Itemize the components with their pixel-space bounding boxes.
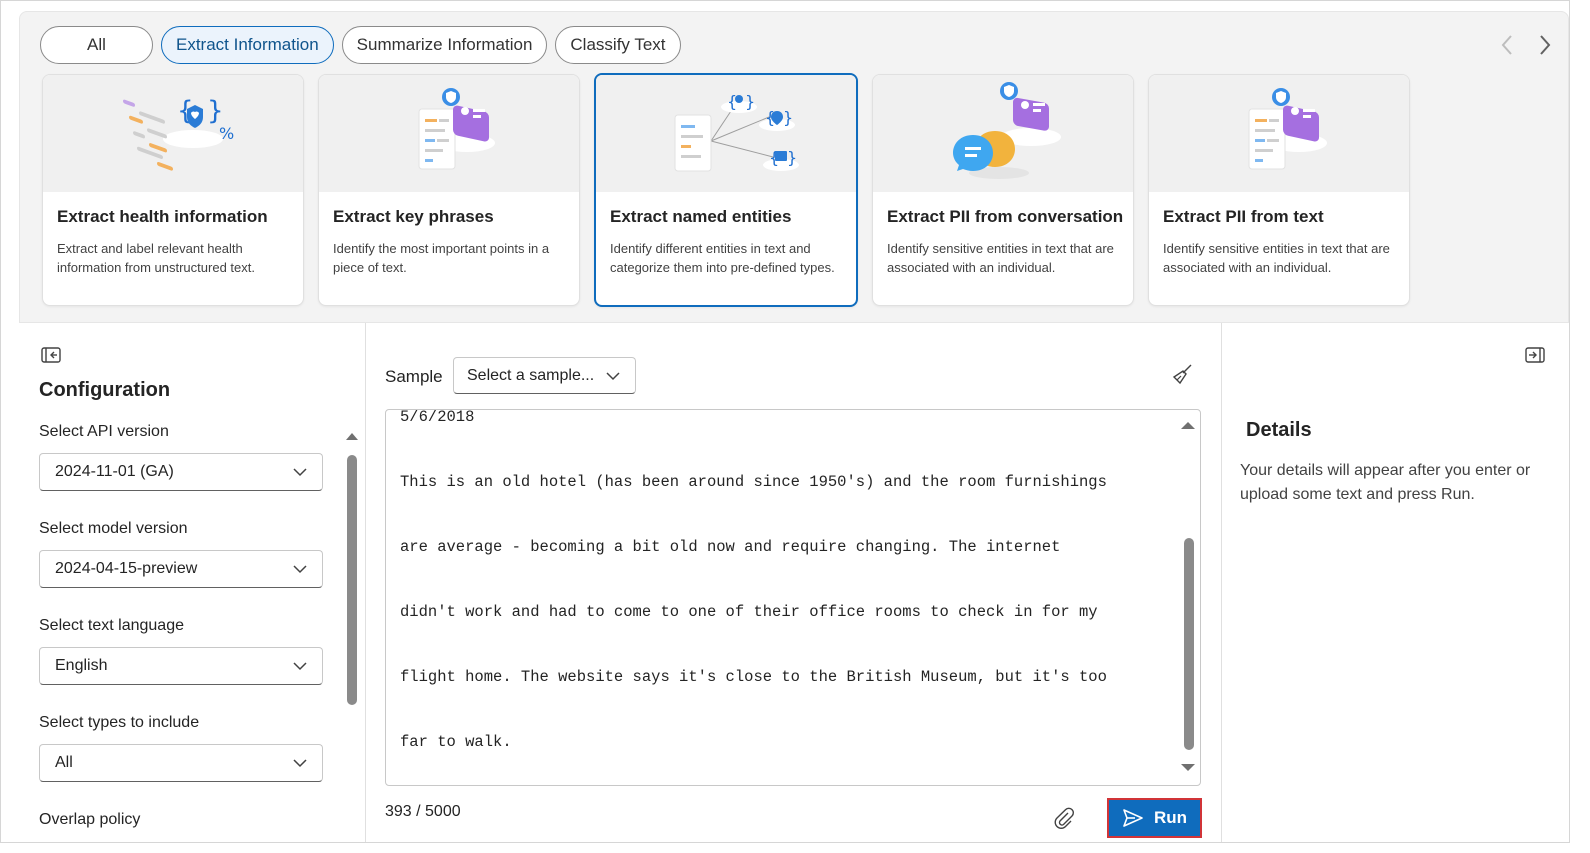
run-button-label: Run <box>1153 808 1188 827</box>
key-phrases-icon <box>418 88 495 170</box>
text-line: far to walk. <box>400 733 512 751</box>
details-message: Your details will appear after you enter… <box>1240 462 1531 503</box>
card-thumbnail: { } % <box>43 75 303 192</box>
text-line: are average - becoming a bit old now and… <box>400 538 1061 556</box>
scrollbar-thumb[interactable] <box>347 455 357 705</box>
card-thumbnail <box>1149 75 1409 192</box>
svg-text:}: } <box>787 148 797 167</box>
expand-panel-icon[interactable] <box>1525 347 1545 363</box>
sample-label: Sample <box>385 367 443 386</box>
sample-select[interactable]: Select a sample... <box>453 357 636 394</box>
character-count: 393 / 5000 <box>385 803 461 820</box>
scroll-down-icon[interactable] <box>1180 763 1196 773</box>
chevron-left-icon[interactable] <box>1500 34 1514 56</box>
app-window: All Extract Information Summarize Inform… <box>0 0 1570 843</box>
input-text-area[interactable]: 5/6/2018 This is an old hotel (has been … <box>385 409 1201 786</box>
text-line: 5/6/2018 <box>400 409 475 426</box>
card-description: Identify different entities in text and … <box>610 241 835 275</box>
scroll-up-icon[interactable] <box>1180 420 1196 430</box>
card-description: Identify sensitive entities in text that… <box>887 241 1114 275</box>
text-language-value: English <box>55 657 108 674</box>
card-thumbnail <box>319 75 579 192</box>
card-extract-pii-from-text[interactable]: Extract PII from text Identify sensitive… <box>1148 74 1410 306</box>
svg-text:}: } <box>783 108 793 127</box>
chevron-right-icon[interactable] <box>1538 34 1552 56</box>
text-line: didn't work and had to come to one of th… <box>400 603 1098 621</box>
api-version-value: 2024-11-01 (GA) <box>55 463 174 480</box>
configuration-title: Configuration <box>39 379 171 401</box>
filter-extract-information[interactable]: Extract Information <box>161 26 334 64</box>
model-version-select[interactable]: 2024-04-15-preview <box>39 550 323 588</box>
card-extract-pii-from-conversation[interactable]: Extract PII from conversation Identify s… <box>872 74 1134 306</box>
scrollbar-thumb[interactable] <box>1184 538 1194 750</box>
card-description: Identify the most important points in a … <box>333 241 550 275</box>
types-value: All <box>55 754 73 771</box>
card-title: Extract key phrases <box>333 207 494 226</box>
card-description: Identify sensitive entities in text that… <box>1163 241 1390 275</box>
health-extraction-icon: { } % <box>123 96 234 171</box>
filter-classify-text[interactable]: Classify Text <box>555 26 681 64</box>
api-version-label: Select API version <box>39 423 169 440</box>
pii-text-icon <box>1248 88 1327 170</box>
gallery-nav <box>1500 34 1552 56</box>
card-extract-named-entities[interactable]: { } { } { } Extract named entities Ident… <box>594 73 858 307</box>
api-version-select[interactable]: 2024-11-01 (GA) <box>39 453 323 491</box>
filter-pills: All Extract Information Summarize Inform… <box>40 26 681 64</box>
card-extract-health-information[interactable]: { } % Extract health information Extract… <box>42 74 304 306</box>
scroll-up-icon[interactable] <box>345 431 359 441</box>
send-icon <box>1123 809 1143 827</box>
overlap-policy-label: Overlap policy <box>39 811 141 828</box>
text-language-select[interactable]: English <box>39 647 323 685</box>
configuration-panel: Configuration Select API version 2024-11… <box>19 323 366 842</box>
svg-text:{: { <box>727 92 737 111</box>
model-version-value: 2024-04-15-preview <box>55 560 198 577</box>
text-line: flight home. The website says it's close… <box>400 668 1107 686</box>
broom-clear-icon[interactable] <box>1171 363 1193 385</box>
text-language-label: Select text language <box>39 617 184 634</box>
model-version-label: Select model version <box>39 520 188 537</box>
collapse-panel-icon[interactable] <box>41 347 61 363</box>
card-title: Extract health information <box>57 207 268 226</box>
svg-text:}: } <box>745 92 755 111</box>
details-panel: Details Your details will appear after y… <box>1221 323 1569 842</box>
card-extract-key-phrases[interactable]: Extract key phrases Identify the most im… <box>318 74 580 306</box>
paperclip-attach-icon[interactable] <box>1053 807 1075 829</box>
sample-select-value: Select a sample... <box>467 366 595 384</box>
chevron-down-icon <box>293 565 307 574</box>
card-description: Extract and label relevant health inform… <box>57 241 255 275</box>
named-entities-icon: { } { } { } <box>674 92 799 172</box>
text-input-panel: Sample Select a sample... 5/6/2018 This … <box>367 323 1220 842</box>
types-label: Select types to include <box>39 714 200 731</box>
input-text: 5/6/2018 This is an old hotel (has been … <box>400 409 1170 785</box>
capability-cards: { } % Extract health information Extract… <box>42 73 1410 307</box>
types-select[interactable]: All <box>39 744 323 782</box>
chevron-down-icon <box>293 759 307 768</box>
card-title: Extract named entities <box>610 207 792 226</box>
chevron-down-icon <box>606 372 620 381</box>
run-button[interactable]: Run <box>1107 798 1202 838</box>
svg-text:%: % <box>219 124 234 143</box>
details-title: Details <box>1246 419 1312 441</box>
svg-text:}: } <box>207 96 224 126</box>
run-button-content: Run <box>1111 802 1198 834</box>
card-title: Extract PII from text <box>1163 207 1324 226</box>
config-scrollbar[interactable] <box>344 431 358 731</box>
filter-summarize-information[interactable]: Summarize Information <box>341 26 548 64</box>
chevron-down-icon <box>293 468 307 477</box>
card-thumbnail <box>873 75 1133 192</box>
text-line: This is an old hotel (has been around si… <box>400 473 1107 491</box>
pii-conversation-icon <box>953 82 1061 179</box>
capability-gallery: All Extract Information Summarize Inform… <box>19 11 1569 323</box>
filter-all[interactable]: All <box>40 26 153 64</box>
chevron-down-icon <box>293 662 307 671</box>
card-title: Extract PII from conversation <box>887 207 1124 226</box>
card-thumbnail: { } { } { } <box>596 75 856 192</box>
